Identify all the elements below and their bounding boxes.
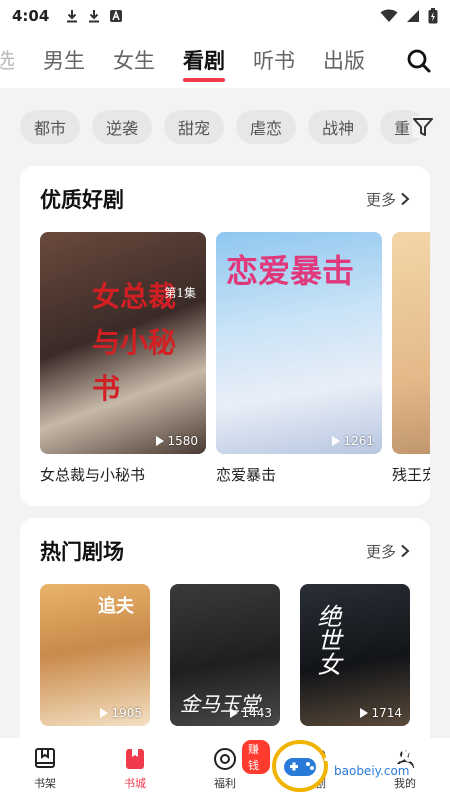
play-icon [230, 708, 239, 718]
tab-publishing[interactable]: 出版 [309, 32, 379, 88]
filter-funnel-icon[interactable] [412, 116, 434, 138]
play-count: 1580 [156, 434, 198, 448]
tab-female[interactable]: 女生 [99, 32, 169, 88]
play-count: 1714 [360, 706, 402, 720]
theater-poster[interactable]: 绝世女 1714 [300, 584, 410, 726]
filter-chip[interactable]: 甜宠 [164, 110, 225, 144]
status-time: 4:04 [12, 7, 50, 25]
play-count: 1261 [332, 434, 374, 448]
section-header: 热门剧场 更多 [20, 518, 430, 584]
game-controller-logo-icon [272, 740, 328, 792]
filter-chip[interactable]: 逆袭 [92, 110, 153, 144]
tab-watch-drama[interactable]: 看剧 [169, 32, 239, 88]
drama-row: 女总裁与小秘书 第1集 1580 女总裁与小秘书 恋爱暴击 1261 恋爱暴击 [20, 232, 430, 485]
bookstore-icon [126, 749, 144, 769]
drama-card[interactable]: 女总裁与小秘书 第1集 1580 女总裁与小秘书 [40, 232, 206, 485]
poster-artwork [392, 232, 430, 454]
more-label: 更多 [365, 190, 396, 209]
nav-label: 福利 [214, 777, 236, 790]
site-watermark: 宝贝游戏网 baobeiy.com [272, 726, 448, 798]
play-count-value: 1580 [167, 434, 198, 448]
chevron-right-icon [401, 192, 410, 206]
hot-theater-section: 热门剧场 更多 追夫 1905 金马玉堂 1443 绝世女 1714 [20, 518, 430, 758]
wifi-icon [380, 9, 398, 22]
tab-label: 出版 [323, 49, 365, 73]
play-icon [100, 708, 109, 718]
download-icon [67, 10, 78, 23]
drama-title: 恋爱暴击 [216, 466, 277, 484]
theater-poster[interactable]: 追夫 1905 [40, 584, 150, 726]
tab-audiobook[interactable]: 听书 [239, 32, 309, 88]
theater-row: 追夫 1905 金马玉堂 1443 绝世女 1714 [20, 584, 430, 726]
play-count-value: 1905 [111, 706, 142, 720]
poster-episode-label: 第1集 [164, 286, 196, 300]
welfare-icon [214, 748, 236, 770]
filter-chip[interactable]: 都市 [20, 110, 81, 144]
nav-bookstore[interactable]: 书城 [90, 738, 180, 800]
tab-label: 男生 [43, 49, 85, 73]
theater-card[interactable]: 金马玉堂 1443 [170, 584, 280, 726]
signal-icon [407, 10, 419, 22]
drama-poster[interactable]: 女总裁与小秘书 第1集 1580 [40, 232, 206, 454]
watermark-domain: baobeiy.com [330, 764, 414, 778]
genre-filter-row: 都市 逆袭 甜宠 虐恋 战神 重 [0, 100, 450, 154]
poster-art-title: 恋爱暴击 [226, 252, 355, 290]
poster-art-title: 追夫 [98, 596, 134, 617]
status-notifications [65, 9, 123, 23]
top-navigation: 选 男生 女生 看剧 听书 出版 [0, 32, 450, 88]
play-icon [332, 436, 341, 446]
drama-poster[interactable]: 恋爱暴击 1261 [216, 232, 382, 454]
theater-poster[interactable]: 金马玉堂 1443 [170, 584, 280, 726]
drama-card[interactable]: 残王宠 [392, 232, 430, 485]
theater-card[interactable]: 追夫 1905 [40, 584, 150, 726]
bookshelf-icon [35, 748, 55, 768]
tab-label: 听书 [253, 49, 295, 73]
nav-welfare[interactable]: 赚钱 福利 [180, 738, 270, 800]
drama-poster[interactable] [392, 232, 430, 454]
search-icon[interactable] [406, 48, 432, 74]
watermark-text: 宝贝游戏网 [323, 740, 435, 766]
section-header: 优质好剧 更多 [20, 166, 430, 232]
drama-card[interactable]: 恋爱暴击 1261 恋爱暴击 [216, 232, 382, 485]
theater-card[interactable]: 绝世女 1714 [300, 584, 410, 726]
tab-label: 女生 [113, 49, 155, 73]
filter-chip[interactable]: 虐恋 [236, 110, 297, 144]
more-link[interactable]: 更多 [366, 189, 410, 210]
more-link[interactable]: 更多 [366, 541, 410, 562]
drama-title: 女总裁与小秘书 [40, 466, 146, 484]
earn-money-badge: 赚钱 [242, 740, 270, 774]
nav-label: 书城 [124, 777, 146, 790]
play-count-value: 1443 [241, 706, 272, 720]
tab-label: 选 [0, 49, 15, 73]
quality-drama-section: 优质好剧 更多 女总裁与小秘书 第1集 1580 女总裁与小秘书 恋爱暴击 12… [20, 166, 430, 506]
poster-art-title: 绝世女 [313, 604, 341, 676]
app-notification-icon [110, 10, 123, 22]
play-count: 1443 [230, 706, 272, 720]
nav-bookshelf[interactable]: 书架 [0, 738, 90, 800]
more-label: 更多 [365, 542, 396, 561]
tab-label: 看剧 [183, 49, 225, 73]
section-title: 优质好剧 [40, 188, 124, 212]
play-count: 1905 [100, 706, 142, 720]
play-icon [360, 708, 369, 718]
status-system-icons [380, 8, 438, 24]
tab-male[interactable]: 男生 [29, 32, 99, 88]
category-tabs: 选 男生 女生 看剧 听书 出版 [0, 32, 395, 88]
section-title: 热门剧场 [40, 540, 124, 564]
status-bar: 4:04 [0, 0, 450, 32]
chevron-right-icon [401, 544, 410, 558]
tab-featured[interactable]: 选 [0, 32, 29, 88]
drama-title: 残王宠 [392, 466, 430, 484]
download-icon [89, 10, 100, 23]
filter-chip[interactable]: 战神 [308, 110, 369, 144]
battery-icon [428, 8, 438, 24]
nav-label: 书架 [34, 777, 56, 790]
play-count-value: 1261 [343, 434, 374, 448]
play-count-value: 1714 [371, 706, 402, 720]
play-icon [156, 436, 165, 446]
